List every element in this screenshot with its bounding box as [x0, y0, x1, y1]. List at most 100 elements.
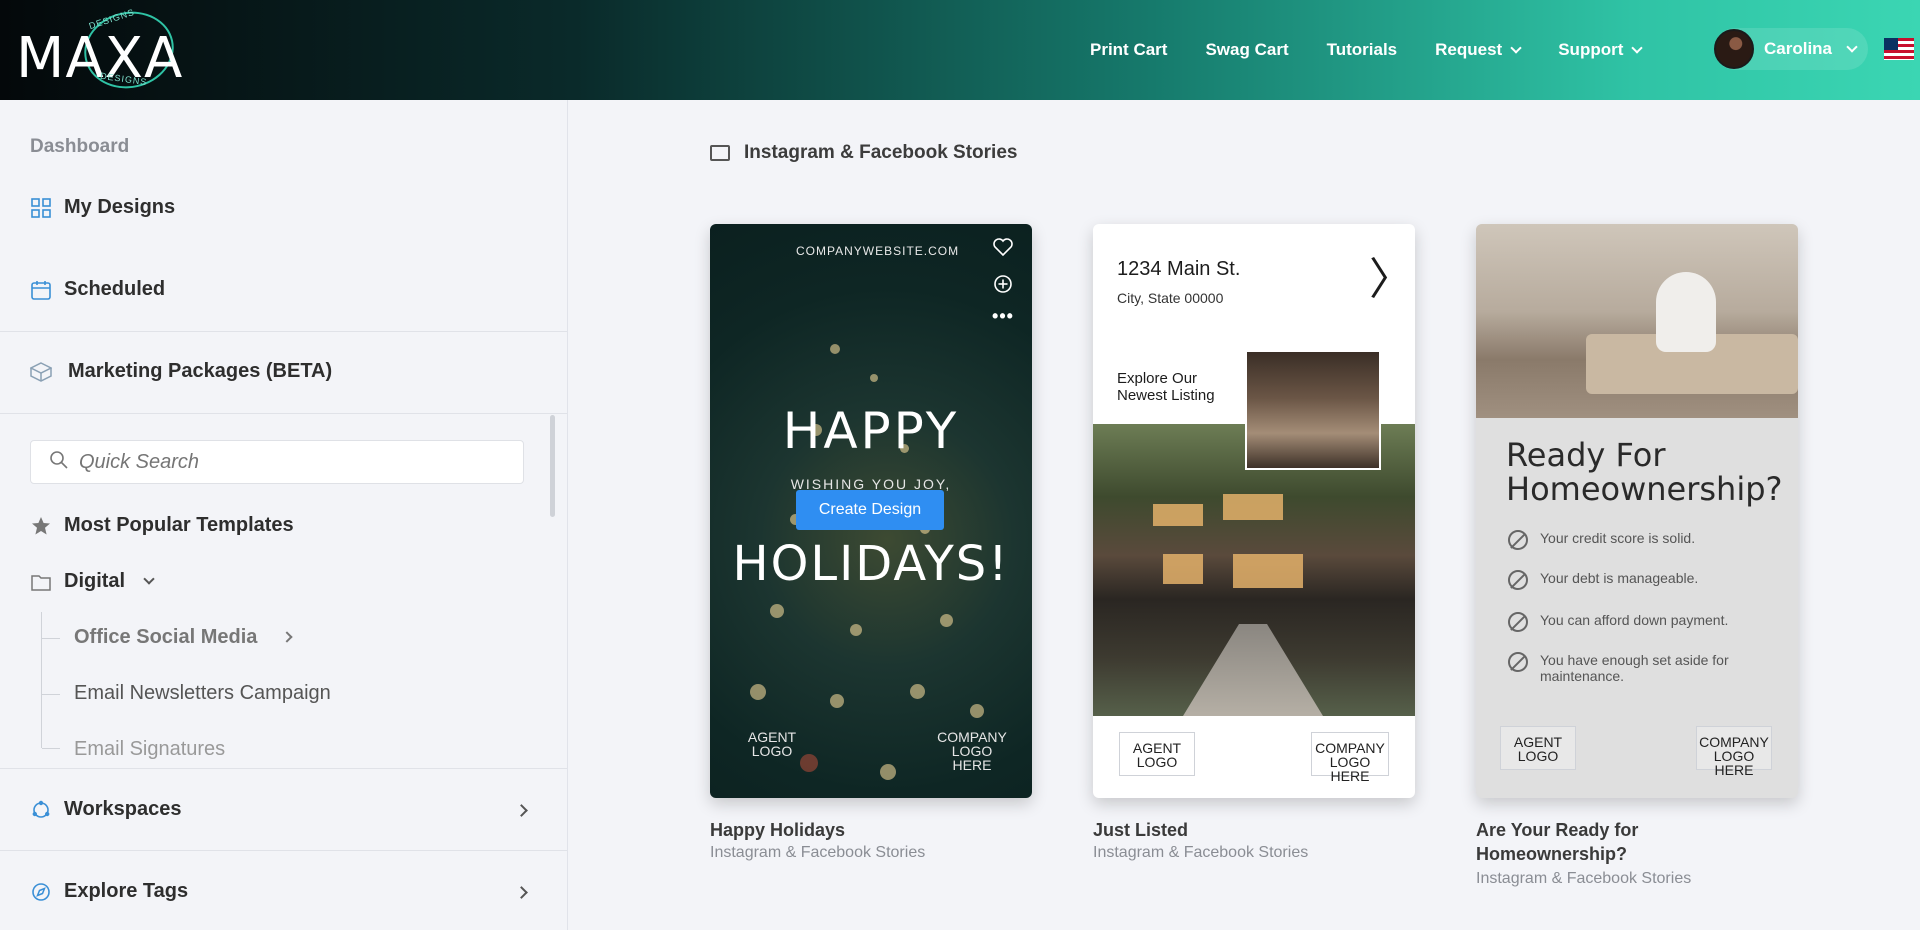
template-card-happy-holidays[interactable]: COMPANYWEBSITE.COM ••• HAPPY WISHING YOU… — [710, 224, 1032, 798]
interior-photo — [1245, 350, 1381, 470]
tree-connector — [41, 612, 42, 748]
sidebar-item-scheduled[interactable]: Scheduled — [30, 278, 165, 301]
sidebar-sub-email-signatures[interactable]: Email Signatures — [74, 738, 225, 764]
chevron-right-icon — [281, 631, 293, 643]
sidebar: Dashboard My Designs Scheduled Marketing… — [0, 100, 568, 930]
chevron-down-icon — [1510, 41, 1522, 54]
window — [1153, 504, 1203, 526]
template-card-homeownership[interactable]: Ready For Homeownership? Your credit sco… — [1476, 224, 1798, 798]
walkway — [1183, 624, 1323, 716]
workspaces-icon — [30, 799, 52, 821]
sidebar-item-label: Most Popular Templates — [64, 514, 294, 536]
calendar-icon — [30, 279, 52, 301]
checklist-item: You can afford down payment. — [1508, 612, 1768, 632]
living-room-photo — [1476, 224, 1798, 418]
agent-logo-placeholder: AGENT LOGO — [746, 730, 798, 758]
card-title[interactable]: Just Listed — [1093, 818, 1423, 842]
flag-icon[interactable] — [1884, 38, 1914, 60]
user-name: Carolina — [1764, 39, 1833, 58]
nav-request[interactable]: Request — [1435, 40, 1522, 60]
bokeh — [870, 374, 878, 382]
chevron-right-icon[interactable] — [515, 804, 528, 817]
sidebar-item-digital[interactable]: Digital — [30, 570, 155, 593]
card-subtitle: Instagram & Facebook Stories — [1476, 870, 1692, 887]
template-card-just-listed[interactable]: 1234 Main St. City, State 00000 〉 Explor… — [1093, 224, 1415, 798]
avatar — [1714, 29, 1754, 69]
nav-swag-cart[interactable]: Swag Cart — [1205, 40, 1288, 60]
person — [1656, 272, 1716, 352]
tree-tick — [42, 748, 60, 749]
grid-icon — [30, 197, 52, 219]
bokeh — [880, 764, 896, 780]
search-icon — [49, 450, 69, 475]
window — [1223, 494, 1283, 520]
card-subtitle: Instagram & Facebook Stories — [710, 844, 926, 861]
sidebar-sub-email-newsletters[interactable]: Email Newsletters Campaign — [74, 682, 331, 705]
create-design-button[interactable]: Create Design — [796, 490, 944, 530]
checklist-text: Your debt is manageable. — [1540, 570, 1699, 586]
tree-tick — [42, 638, 60, 639]
bokeh — [850, 624, 862, 636]
window — [1163, 554, 1203, 584]
window — [1233, 554, 1303, 588]
card-headline: Ready For Homeownership? — [1506, 436, 1783, 508]
divider — [0, 850, 567, 851]
sidebar-item-label: My Designs — [64, 196, 176, 218]
checklist-item: Your debt is manageable. — [1508, 570, 1768, 590]
chevron-right-icon: 〉 — [1369, 254, 1413, 305]
chevron-down-icon — [1846, 40, 1858, 53]
divider — [0, 413, 567, 414]
nav-request-label: Request — [1435, 40, 1503, 59]
nav-print-cart[interactable]: Print Cart — [1090, 40, 1167, 60]
folder-icon — [30, 571, 52, 593]
card-city: City, State 00000 — [1117, 290, 1224, 306]
company-label: LOGO HERE — [951, 743, 993, 773]
agent-label: LOGO — [1136, 754, 1178, 770]
agent-logo-placeholder: AGENT LOGO — [1500, 726, 1576, 770]
heart-icon[interactable] — [992, 238, 1014, 261]
sidebar-sub-office-social[interactable]: Office Social Media — [74, 626, 293, 649]
card-title[interactable]: Happy Holidays — [710, 818, 1040, 842]
card-title[interactable]: Are Your Ready for Homeownership? — [1476, 818, 1716, 866]
sidebar-item-label: Explore Tags — [64, 880, 189, 902]
bokeh — [830, 344, 840, 354]
card-address: 1234 Main St. — [1117, 258, 1241, 280]
box-icon — [30, 361, 52, 383]
sidebar-item-my-designs[interactable]: My Designs — [30, 196, 175, 219]
breadcrumb: Instagram & Facebook Stories — [710, 142, 1017, 164]
folder-icon — [710, 145, 730, 161]
agent-label: LOGO — [751, 743, 793, 759]
checklist-text: You have enough set aside for maintenanc… — [1540, 652, 1729, 684]
sidebar-item-marketing-packages[interactable]: Marketing Packages (BETA) — [30, 360, 332, 383]
card-subtitle: Instagram & Facebook Stories — [1093, 844, 1309, 861]
nav-support[interactable]: Support — [1558, 40, 1644, 60]
chevron-down-icon — [143, 573, 155, 585]
company-label: LOGO HERE — [1713, 748, 1755, 778]
company-label: LOGO HERE — [1329, 754, 1371, 784]
company-label: COMPANY — [1315, 740, 1385, 756]
top-nav-bar: MAXA DESIGNS DESIGNS Print Cart Swag Car… — [0, 0, 1920, 100]
bokeh — [770, 604, 784, 618]
logo-text: MAXA — [16, 26, 184, 91]
card-explore-text: Explore Our Newest Listing — [1117, 370, 1215, 404]
sidebar-item-most-popular[interactable]: Most Popular Templates — [30, 514, 294, 537]
more-icon[interactable]: ••• — [992, 306, 1014, 327]
nav-support-label: Support — [1558, 40, 1624, 59]
sidebar-scrollbar[interactable] — [550, 415, 555, 517]
agent-logo-placeholder: AGENT LOGO — [1119, 732, 1195, 776]
main-content: Instagram & Facebook Stories COMPANYWEBS… — [568, 100, 1920, 930]
nav-tutorials[interactable]: Tutorials — [1327, 40, 1398, 60]
plus-circle-icon[interactable] — [992, 274, 1014, 299]
search-input[interactable] — [79, 450, 479, 474]
ban-icon — [1508, 570, 1528, 590]
maxa-logo[interactable]: MAXA DESIGNS DESIGNS — [14, 3, 204, 97]
user-menu[interactable]: Carolina — [1714, 28, 1868, 70]
checklist-text: Your credit score is solid. — [1540, 530, 1696, 546]
sidebar-dashboard[interactable]: Dashboard — [30, 136, 129, 158]
sidebar-item-workspaces[interactable]: Workspaces — [30, 798, 181, 821]
bokeh — [830, 694, 844, 708]
chevron-right-icon[interactable] — [515, 886, 528, 899]
star-icon — [30, 515, 52, 537]
sidebar-item-explore-tags[interactable]: Explore Tags — [30, 880, 188, 903]
tree-tick — [42, 694, 60, 695]
